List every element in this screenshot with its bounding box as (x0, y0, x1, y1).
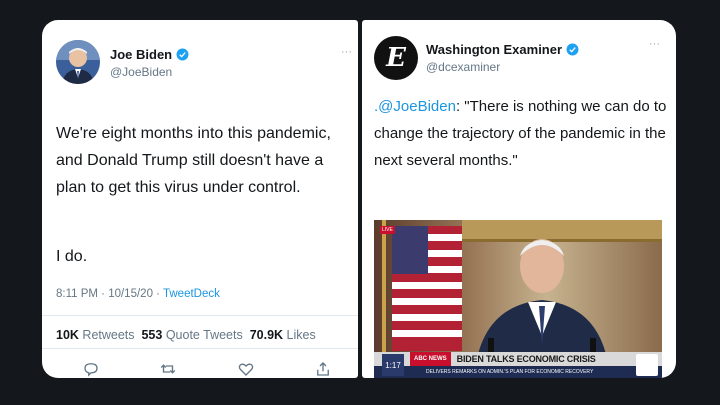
quote-label[interactable]: Quote Tweets (166, 328, 243, 342)
share-icon[interactable] (314, 360, 332, 378)
tweet-card-biden[interactable]: Joe Biden @JoeBiden ··· We're eight mont… (42, 20, 358, 378)
tweet-stats: 10K Retweets 553 Quote Tweets 70.9K Like… (56, 328, 316, 342)
mention-link[interactable]: .@JoeBiden (374, 98, 456, 115)
tweet-card-washington-examiner[interactable]: E Washington Examiner @dcexaminer ··· .@… (362, 20, 676, 378)
verified-badge-icon (176, 48, 189, 61)
news-subline: DELIVERS REMARKS ON ADMIN.'S PLAN FOR EC… (374, 366, 662, 378)
news-headline: BIDEN TALKS ECONOMIC CRISIS (456, 354, 596, 364)
tweet-actions (82, 360, 332, 378)
author-name-text[interactable]: Washington Examiner (426, 42, 562, 57)
author-handle[interactable]: @JoeBiden (110, 65, 172, 79)
verified-badge-icon (566, 43, 579, 56)
retweets-count[interactable]: 10K (56, 328, 79, 342)
quote-count[interactable]: 553 (141, 328, 162, 342)
author-name-text[interactable]: Joe Biden (110, 47, 172, 62)
retweet-icon[interactable] (159, 360, 177, 378)
tweet-timestamp: 8:11 PM · 10/15/20 · TweetDeck (56, 288, 220, 300)
retweets-label[interactable]: Retweets (82, 328, 134, 342)
reply-icon[interactable] (82, 360, 100, 378)
tweet-text: We're eight months into this pandemic, a… (56, 125, 331, 196)
more-options-icon[interactable]: ··· (341, 46, 352, 58)
network-logo-icon (636, 354, 658, 376)
tweet-text: .@JoeBiden: "There is nothing we can do … (374, 93, 672, 174)
news-banner: ABC NEWS BIDEN TALKS ECONOMIC CRISIS (374, 352, 662, 366)
divider (42, 315, 358, 316)
channel-tag: ABC NEWS (410, 352, 451, 366)
avatar[interactable] (56, 40, 100, 84)
tweet-source-link[interactable]: TweetDeck (163, 288, 220, 300)
live-tag: LIVE (380, 226, 395, 234)
avatar-logo-letter: E (386, 43, 406, 73)
author-handle[interactable]: @dcexaminer (426, 60, 500, 74)
tweet-text-tail: I do. (56, 248, 88, 265)
avatar[interactable]: E (374, 36, 418, 80)
divider (42, 348, 358, 349)
likes-label[interactable]: Likes (287, 328, 316, 342)
video-timecode: 1:17 (382, 354, 404, 376)
video-thumbnail[interactable]: LIVE ABC NEWS BIDEN TALKS ECONOMIC CRISI… (374, 220, 662, 378)
like-icon[interactable] (237, 360, 255, 378)
timestamp-text: 8:11 PM · 10/15/20 · (56, 288, 163, 300)
likes-count[interactable]: 70.9K (250, 328, 283, 342)
more-options-icon[interactable]: ··· (649, 38, 660, 50)
author-name[interactable]: Washington Examiner (426, 42, 579, 57)
author-name[interactable]: Joe Biden (110, 47, 189, 62)
